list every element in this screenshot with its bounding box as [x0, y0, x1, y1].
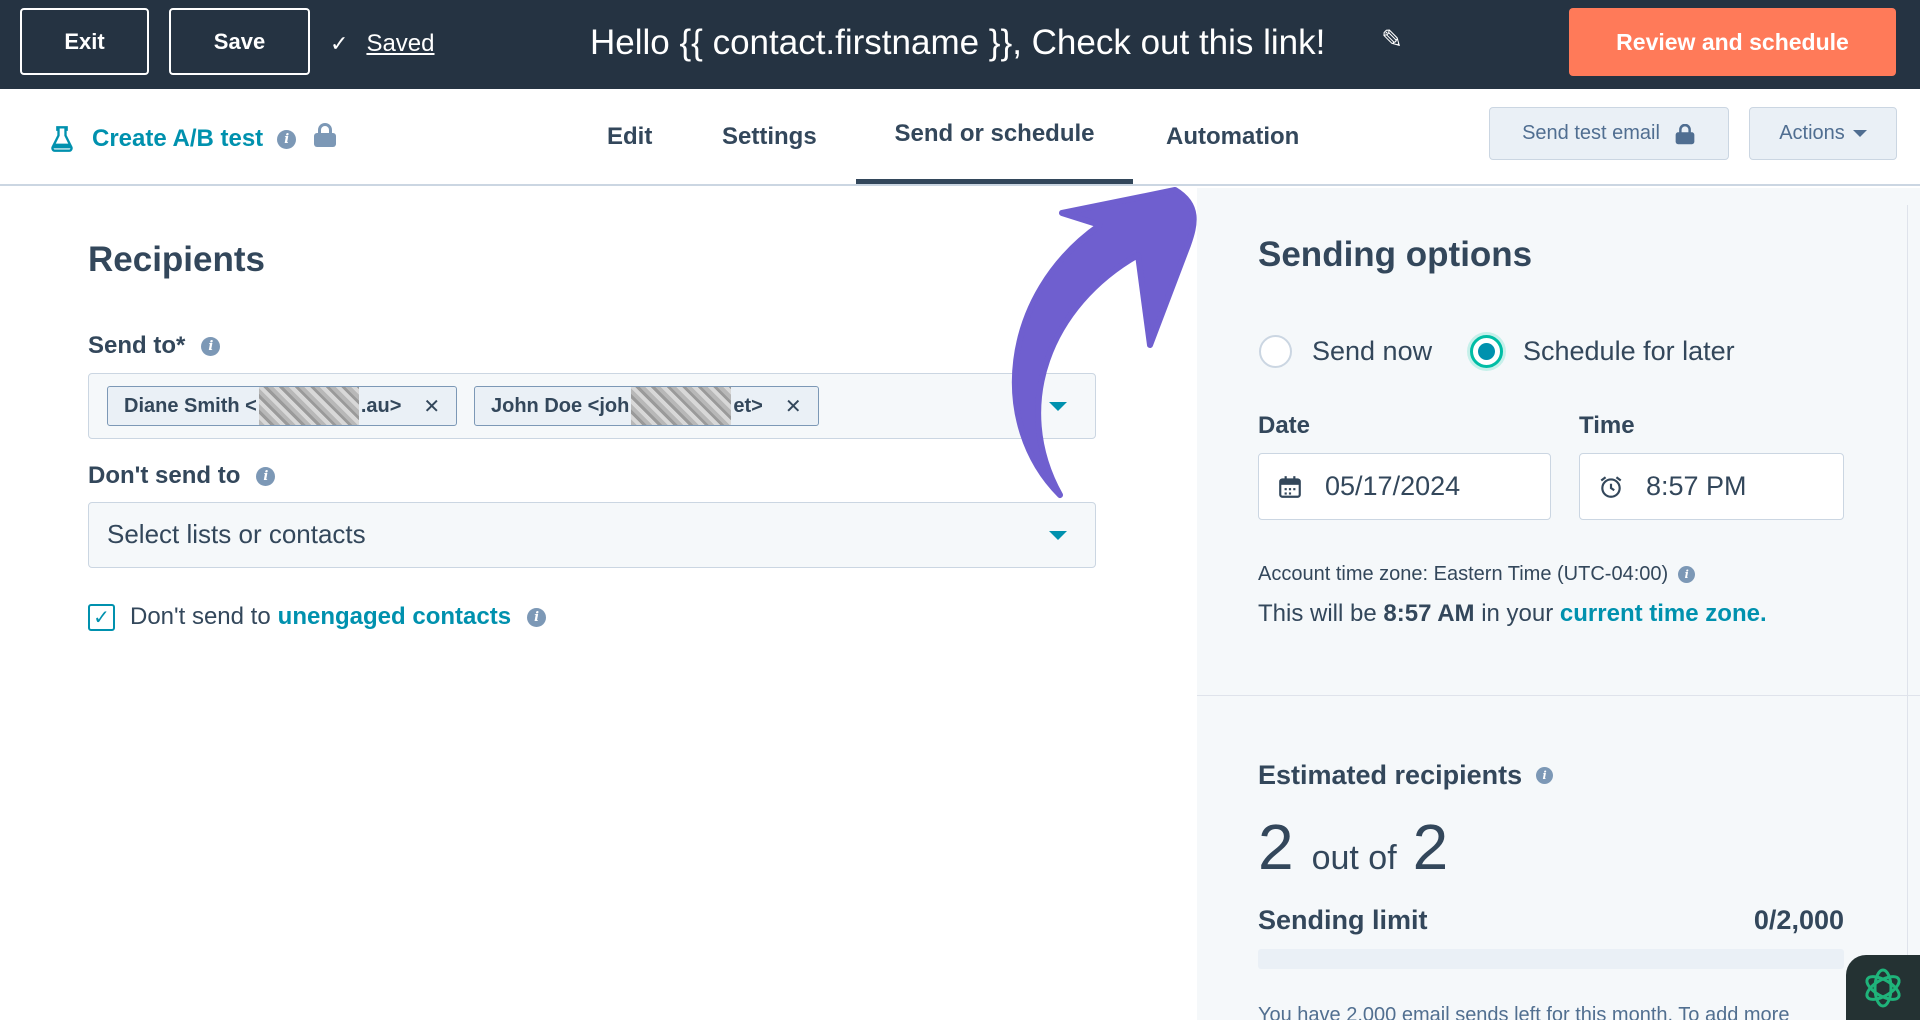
- schedule-later-option[interactable]: Schedule for later: [1470, 333, 1735, 369]
- account-timezone: Account time zone: Eastern Time (UTC-04:…: [1258, 563, 1696, 586]
- dont-send-to-placeholder: Select lists or contacts: [107, 519, 366, 549]
- recipient-tag-prefix: Diane Smith <: [124, 394, 257, 417]
- create-ab-test-link[interactable]: Create A/B test i: [48, 123, 337, 155]
- will-be-mid: in your: [1481, 600, 1554, 627]
- remove-tag-icon[interactable]: ✕: [423, 394, 440, 419]
- local-send-time: 8:57 AM: [1383, 600, 1475, 627]
- info-icon[interactable]: i: [1678, 566, 1696, 583]
- redacted-email: [258, 387, 359, 425]
- info-icon[interactable]: i: [527, 607, 547, 627]
- sending-options-heading: Sending options: [1258, 235, 1533, 274]
- assistant-launcher[interactable]: [1846, 955, 1920, 1020]
- dont-send-to-label: Don't send to i: [88, 462, 276, 490]
- exit-button[interactable]: Exit: [20, 8, 149, 75]
- out-of-label: out of: [1311, 839, 1397, 877]
- info-icon[interactable]: i: [1536, 767, 1554, 784]
- save-button[interactable]: Save: [169, 8, 310, 75]
- assistant-logo-icon: [1865, 968, 1901, 1007]
- top-bar: Exit Save ✓ Saved Hello {{ contact.first…: [0, 0, 1920, 89]
- panel-divider: [1197, 695, 1920, 696]
- check-icon: ✓: [330, 31, 349, 56]
- sending-limit-label: Sending limit: [1258, 905, 1428, 935]
- estimated-recipients-label: Estimated recipients: [1258, 760, 1523, 790]
- time-value: 8:57 PM: [1646, 471, 1747, 501]
- send-now-radio[interactable]: [1259, 334, 1292, 368]
- date-label: Date: [1258, 412, 1311, 439]
- saved-status: ✓ Saved: [330, 26, 435, 62]
- secondary-nav: Create A/B test i Edit Settings Send or …: [0, 89, 1920, 186]
- unengaged-checkbox[interactable]: ✓: [88, 603, 115, 631]
- time-input[interactable]: 8:57 PM: [1579, 453, 1844, 520]
- actions-dropdown-button[interactable]: Actions: [1749, 107, 1897, 160]
- date-value: 05/17/2024: [1325, 471, 1461, 501]
- info-icon[interactable]: i: [256, 466, 276, 486]
- current-time-zone-link[interactable]: current time zone.: [1560, 600, 1767, 627]
- will-be-prefix: This will be: [1258, 600, 1377, 627]
- send-test-email-button[interactable]: Send test email: [1489, 107, 1729, 160]
- send-now-label: Send now: [1312, 335, 1433, 366]
- redacted-email: [631, 387, 732, 425]
- calendar-icon: [1279, 475, 1301, 498]
- tab-settings[interactable]: Settings: [722, 89, 817, 184]
- recipient-count: 2: [1258, 811, 1294, 883]
- tab-send-or-schedule[interactable]: Send or schedule: [856, 89, 1133, 184]
- recipient-tag-suffix: et>: [733, 394, 763, 417]
- send-to-label: Send to* i: [88, 332, 221, 360]
- create-ab-test-label: Create A/B test: [92, 125, 264, 152]
- caret-down-icon[interactable]: [1049, 402, 1067, 411]
- scrollbar[interactable]: [1907, 205, 1920, 1020]
- send-now-option[interactable]: Send now: [1259, 333, 1432, 369]
- schedule-later-label: Schedule for later: [1523, 335, 1735, 366]
- date-input[interactable]: 05/17/2024: [1258, 453, 1551, 520]
- recipient-tag-prefix: John Doe <joh: [491, 394, 630, 417]
- send-to-select[interactable]: Diane Smith < .au> ✕ John Doe <joh et> ✕: [88, 373, 1096, 439]
- flask-icon: [51, 126, 73, 152]
- info-icon[interactable]: i: [201, 336, 221, 356]
- send-to-label-text: Send to*: [88, 332, 186, 359]
- remove-tag-icon[interactable]: ✕: [785, 394, 802, 419]
- sends-remaining-note: You have 2,000 email sends left for this…: [1258, 1004, 1790, 1020]
- caret-down-icon[interactable]: [1049, 531, 1067, 540]
- actions-label: Actions: [1779, 122, 1845, 144]
- tab-edit[interactable]: Edit: [607, 89, 652, 184]
- send-test-email-label: Send test email: [1522, 122, 1660, 144]
- local-time-note: This will be 8:57 AM in your current tim…: [1258, 600, 1767, 628]
- email-subject-title: Hello {{ contact.firstname }}, Check out…: [590, 23, 1326, 62]
- alarm-clock-icon: [1600, 475, 1622, 498]
- recipients-heading: Recipients: [88, 240, 265, 279]
- lock-icon: [314, 123, 337, 147]
- recipient-total: 2: [1412, 811, 1449, 883]
- dont-send-to-select[interactable]: Select lists or contacts: [88, 502, 1096, 568]
- recipient-tag: Diane Smith < .au> ✕: [107, 386, 458, 426]
- estimated-count: 2 out of 2: [1258, 810, 1448, 883]
- recipient-tag: John Doe <joh et> ✕: [474, 386, 819, 426]
- estimated-recipients-heading: Estimated recipients i: [1258, 760, 1554, 791]
- unengaged-prefix: Don't send to: [130, 603, 271, 630]
- saved-link[interactable]: Saved: [366, 30, 434, 58]
- tab-automation[interactable]: Automation: [1166, 89, 1299, 184]
- sending-limit-value: 0/2,000: [1753, 905, 1844, 935]
- account-timezone-text: Account time zone: Eastern Time (UTC-04:…: [1258, 563, 1669, 585]
- info-icon[interactable]: i: [277, 129, 297, 149]
- schedule-later-radio[interactable]: [1470, 334, 1503, 368]
- unengaged-contacts-option: ✓ Don't send to unengaged contacts i: [88, 601, 547, 633]
- lock-icon: [1675, 123, 1695, 144]
- recipient-tag-suffix: .au>: [360, 394, 402, 417]
- time-label: Time: [1579, 412, 1635, 439]
- unengaged-contacts-link[interactable]: unengaged contacts: [278, 603, 511, 631]
- sending-limit-progress: [1258, 949, 1844, 969]
- caret-down-icon: [1852, 130, 1867, 137]
- dont-send-to-label-text: Don't send to: [88, 462, 241, 489]
- pencil-icon[interactable]: ✎: [1377, 24, 1407, 54]
- review-and-schedule-button[interactable]: Review and schedule: [1569, 8, 1896, 76]
